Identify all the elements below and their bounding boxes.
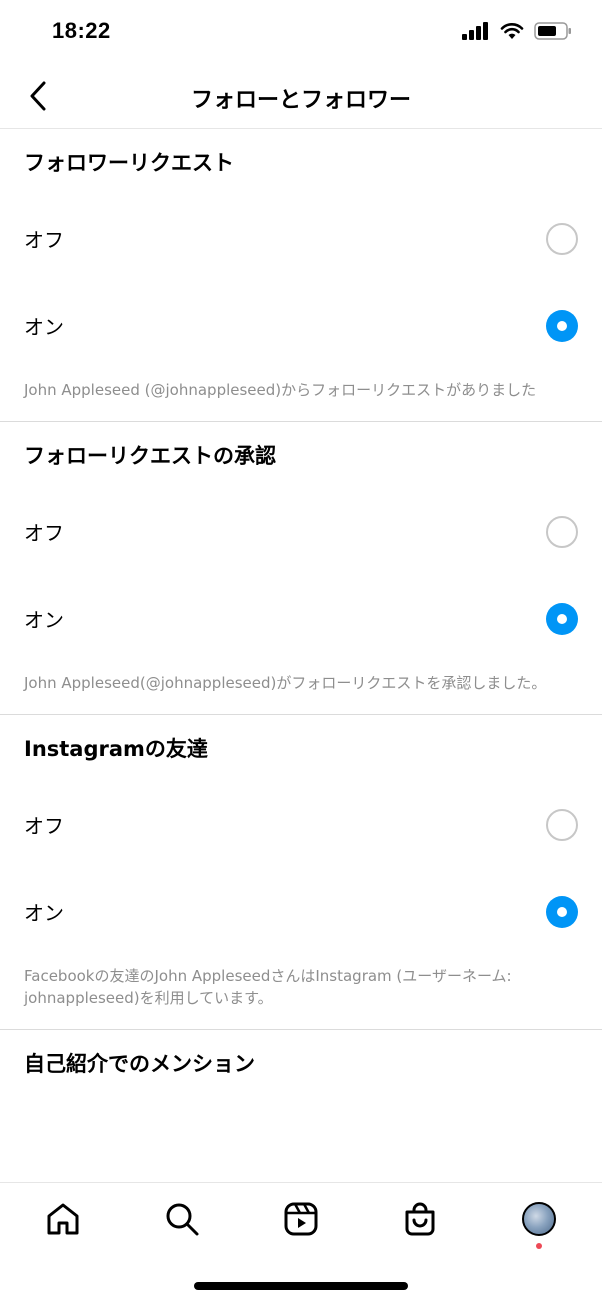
option-on[interactable]: オン bbox=[0, 282, 602, 369]
option-off[interactable]: オフ bbox=[0, 488, 602, 575]
section-title: フォロワーリクエスト bbox=[24, 151, 234, 175]
search-icon bbox=[166, 1203, 199, 1235]
status-icons bbox=[462, 22, 572, 40]
settings-list: フォロワーリクエスト オフ オン John Appleseed (@johnap… bbox=[0, 129, 602, 1096]
profile-avatar bbox=[521, 1201, 556, 1236]
radio-button[interactable] bbox=[546, 515, 578, 548]
home-indicator bbox=[194, 1282, 408, 1290]
section-title: フォローリクエストの承認 bbox=[24, 444, 276, 468]
cellular-signal-icon bbox=[462, 22, 488, 40]
reels-icon bbox=[284, 1202, 318, 1235]
section-description: Facebookの友達のJohn AppleseedさんはInstagram (… bbox=[24, 967, 512, 1007]
option-off[interactable]: オフ bbox=[0, 195, 602, 282]
option-label: オフ bbox=[24, 521, 64, 545]
section-bio-mentions: 自己紹介でのメンション bbox=[0, 1030, 602, 1096]
section-description: John Appleseed (@johnappleseed)からフォローリクエ… bbox=[24, 381, 537, 399]
option-label: オン bbox=[24, 608, 64, 632]
tab-home[interactable] bbox=[33, 1189, 93, 1249]
status-time: 18:22 bbox=[52, 18, 111, 43]
section-instagram-friends: Instagramの友達 オフ オン Facebookの友達のJohn Appl… bbox=[0, 715, 602, 1030]
option-label: オン bbox=[24, 901, 64, 925]
home-icon bbox=[47, 1203, 79, 1234]
section-title: Instagramの友達 bbox=[24, 737, 208, 761]
battery-icon bbox=[534, 22, 571, 40]
option-on[interactable]: オン bbox=[0, 575, 602, 662]
option-label: オフ bbox=[24, 814, 64, 838]
notification-dot bbox=[535, 1242, 542, 1249]
radio-button[interactable] bbox=[546, 222, 578, 255]
status-bar: 18:22 bbox=[0, 0, 602, 64]
tab-search[interactable] bbox=[152, 1189, 212, 1249]
wifi-icon bbox=[500, 23, 524, 39]
tab-shop[interactable] bbox=[390, 1189, 450, 1249]
nav-header: フォローとフォロワー bbox=[0, 64, 602, 129]
radio-button-selected[interactable] bbox=[546, 309, 578, 342]
option-label: オフ bbox=[24, 228, 64, 252]
section-follower-requests: フォロワーリクエスト オフ オン John Appleseed (@johnap… bbox=[0, 129, 602, 422]
option-off[interactable]: オフ bbox=[0, 781, 602, 868]
tab-reels[interactable] bbox=[271, 1189, 331, 1249]
option-on[interactable]: オン bbox=[0, 868, 602, 955]
radio-button-selected[interactable] bbox=[546, 895, 578, 928]
bottom-tab-bar bbox=[0, 1182, 602, 1254]
radio-button-selected[interactable] bbox=[546, 602, 578, 635]
shop-icon bbox=[405, 1202, 435, 1235]
tab-profile[interactable] bbox=[509, 1189, 569, 1249]
page-title: フォローとフォロワー bbox=[190, 88, 411, 113]
option-label: オン bbox=[24, 315, 64, 339]
section-accepted-requests: フォローリクエストの承認 オフ オン John Appleseed(@johna… bbox=[0, 422, 602, 715]
section-description: John Appleseed(@johnappleseed)がフォローリクエスト… bbox=[24, 674, 547, 692]
radio-button[interactable] bbox=[546, 808, 578, 841]
section-title: 自己紹介でのメンション bbox=[24, 1052, 255, 1076]
